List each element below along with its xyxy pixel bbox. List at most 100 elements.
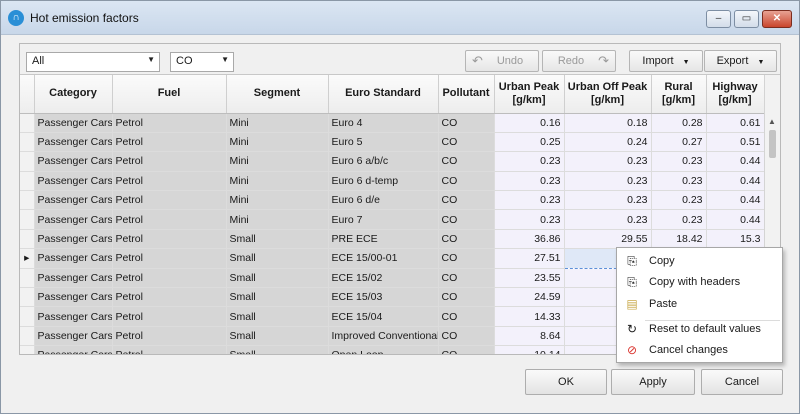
table-cell-euro: ECE 15/04: [328, 306, 439, 327]
row-indicator[interactable]: [20, 345, 35, 354]
table-cell-urban-peak[interactable]: 0.23: [494, 209, 565, 230]
header-row: Category Fuel Segment Euro Standard Poll…: [20, 75, 765, 114]
row-indicator[interactable]: [20, 190, 35, 211]
table-cell-euro: ECE 15/02: [328, 268, 439, 289]
row-indicator[interactable]: [20, 151, 35, 172]
table-cell-urban-off-peak[interactable]: 0.23: [564, 171, 652, 192]
table-cell-euro: Euro 6 a/b/c: [328, 151, 439, 172]
ok-button[interactable]: OK: [525, 369, 607, 395]
row-indicator[interactable]: [20, 326, 35, 347]
table-cell-highway[interactable]: 0.44: [706, 151, 765, 172]
table-cell-fuel: Petrol: [112, 248, 227, 269]
table-row[interactable]: Passenger Cars Petrol Mini Euro 6 d-temp CO 0…: [20, 171, 765, 192]
table-cell-euro: Improved Conventional: [328, 326, 439, 347]
row-indicator[interactable]: [20, 209, 35, 230]
table-cell-segment: Small: [226, 229, 329, 250]
table-cell-fuel: Petrol: [112, 113, 227, 133]
table-cell-rural[interactable]: 0.23: [651, 190, 707, 211]
row-indicator[interactable]: [20, 306, 35, 327]
row-indicator[interactable]: [20, 287, 35, 308]
table-cell-pollutant: CO: [438, 190, 495, 211]
table-row[interactable]: Passenger Cars Petrol Mini Euro 6 d/e CO 0.23…: [20, 190, 765, 211]
row-indicator[interactable]: [20, 171, 35, 192]
column-header[interactable]: Pollutant: [438, 75, 495, 114]
table-cell-rural[interactable]: 0.23: [651, 171, 707, 192]
table-cell-pollutant: CO: [438, 132, 495, 153]
category-filter-select[interactable]: All ▼: [26, 52, 160, 72]
table-cell-category: Passenger Cars: [34, 209, 113, 230]
table-cell-urban-peak[interactable]: 0.23: [494, 190, 565, 211]
column-header[interactable]: Fuel: [112, 75, 227, 114]
minimize-button[interactable]: ‒: [706, 10, 731, 28]
export-button[interactable]: Export ▼: [704, 50, 777, 72]
table-cell-category: Passenger Cars: [34, 190, 113, 211]
table-cell-urban-peak[interactable]: 36.86: [494, 229, 565, 250]
table-cell-highway[interactable]: 0.44: [706, 190, 765, 211]
column-header[interactable]: Highway [g/km]: [706, 75, 765, 114]
table-cell-rural[interactable]: 0.23: [651, 209, 707, 230]
menu-item-reset-defaults[interactable]: ↻ Reset to default values: [618, 319, 781, 339]
table-cell-highway[interactable]: 0.44: [706, 171, 765, 192]
table-cell-pollutant: CO: [438, 151, 495, 172]
menu-item-copy-with-headers[interactable]: ⎘ Copy with headers: [618, 272, 781, 292]
table-cell-highway[interactable]: 0.51: [706, 132, 765, 153]
row-indicator[interactable]: [20, 132, 35, 153]
table-cell-segment: Mini: [226, 209, 329, 230]
table-cell-highway[interactable]: 0.61: [706, 113, 765, 133]
table-cell-pollutant: CO: [438, 345, 495, 354]
close-button[interactable]: ✕: [762, 10, 792, 28]
menu-item-copy[interactable]: ⎘ Copy: [618, 251, 781, 271]
column-header[interactable]: Category: [34, 75, 113, 114]
import-button[interactable]: Import ▼: [629, 50, 703, 72]
pollutant-select[interactable]: CO ▼: [170, 52, 234, 72]
maximize-button[interactable]: ▭: [734, 10, 759, 28]
row-indicator[interactable]: [20, 229, 35, 250]
apply-button[interactable]: Apply: [611, 369, 695, 395]
table-cell-urban-off-peak[interactable]: 29.55: [564, 229, 652, 250]
table-cell-highway[interactable]: 0.44: [706, 209, 765, 230]
table-cell-urban-off-peak[interactable]: 0.23: [564, 190, 652, 211]
table-cell-urban-peak[interactable]: 0.16: [494, 113, 565, 133]
column-header[interactable]: Segment: [226, 75, 329, 114]
table-cell-highway[interactable]: 15.3: [706, 229, 765, 250]
column-header[interactable]: Urban Peak [g/km]: [494, 75, 565, 114]
table-cell-urban-off-peak[interactable]: 0.24: [564, 132, 652, 153]
table-cell-rural[interactable]: 18.42: [651, 229, 707, 250]
table-cell-segment: Small: [226, 306, 329, 327]
undo-button[interactable]: ↶ Undo: [465, 50, 539, 72]
table-row[interactable]: Passenger Cars Petrol Small PRE ECE CO 36.86 2…: [20, 229, 765, 250]
row-indicator[interactable]: [20, 268, 35, 289]
table-row[interactable]: Passenger Cars Petrol Mini Euro 7 CO 0.23 0.23…: [20, 209, 765, 230]
table-cell-urban-peak[interactable]: 23.55: [494, 268, 565, 289]
table-cell-urban-peak[interactable]: 10.14: [494, 345, 565, 354]
table-cell-euro: Euro 6 d/e: [328, 190, 439, 211]
table-cell-urban-peak[interactable]: 0.25: [494, 132, 565, 153]
table-cell-urban-off-peak[interactable]: 0.23: [564, 209, 652, 230]
title-bar[interactable]: ∩ Hot emission factors ‒ ▭ ✕: [1, 1, 799, 35]
table-row[interactable]: Passenger Cars Petrol Mini Euro 4 CO 0.16 0.18…: [20, 113, 765, 133]
table-cell-urban-peak[interactable]: 8.64: [494, 326, 565, 347]
table-cell-urban-peak[interactable]: 0.23: [494, 171, 565, 192]
row-indicator[interactable]: ▸: [20, 248, 35, 269]
column-header[interactable]: Rural [g/km]: [651, 75, 707, 114]
column-header[interactable]: Euro Standard: [328, 75, 439, 114]
table-cell-rural[interactable]: 0.28: [651, 113, 707, 133]
menu-item-cancel-changes[interactable]: ⊘ Cancel changes: [618, 340, 781, 360]
table-row[interactable]: Passenger Cars Petrol Mini Euro 6 a/b/c CO 0.…: [20, 151, 765, 172]
table-cell-urban-peak[interactable]: 14.33: [494, 306, 565, 327]
redo-button[interactable]: Redo ↷: [542, 50, 616, 72]
table-cell-rural[interactable]: 0.23: [651, 151, 707, 172]
table-cell-urban-peak[interactable]: 24.59: [494, 287, 565, 308]
column-header[interactable]: Urban Off Peak [g/km]: [564, 75, 652, 114]
scrollbar-thumb[interactable]: [769, 130, 776, 158]
table-cell-urban-peak[interactable]: 0.23: [494, 151, 565, 172]
menu-item-paste[interactable]: ▤ Paste: [618, 294, 781, 314]
table-cell-urban-off-peak[interactable]: 0.23: [564, 151, 652, 172]
table-cell-urban-off-peak[interactable]: 0.18: [564, 113, 652, 133]
table-row[interactable]: Passenger Cars Petrol Mini Euro 5 CO 0.25 0.24…: [20, 132, 765, 153]
cancel-button[interactable]: Cancel: [701, 369, 783, 395]
table-cell-rural[interactable]: 0.27: [651, 132, 707, 153]
table-cell-urban-peak[interactable]: 27.51: [494, 248, 565, 269]
scroll-up-icon[interactable]: ▲: [768, 117, 776, 126]
row-indicator[interactable]: [20, 113, 35, 133]
